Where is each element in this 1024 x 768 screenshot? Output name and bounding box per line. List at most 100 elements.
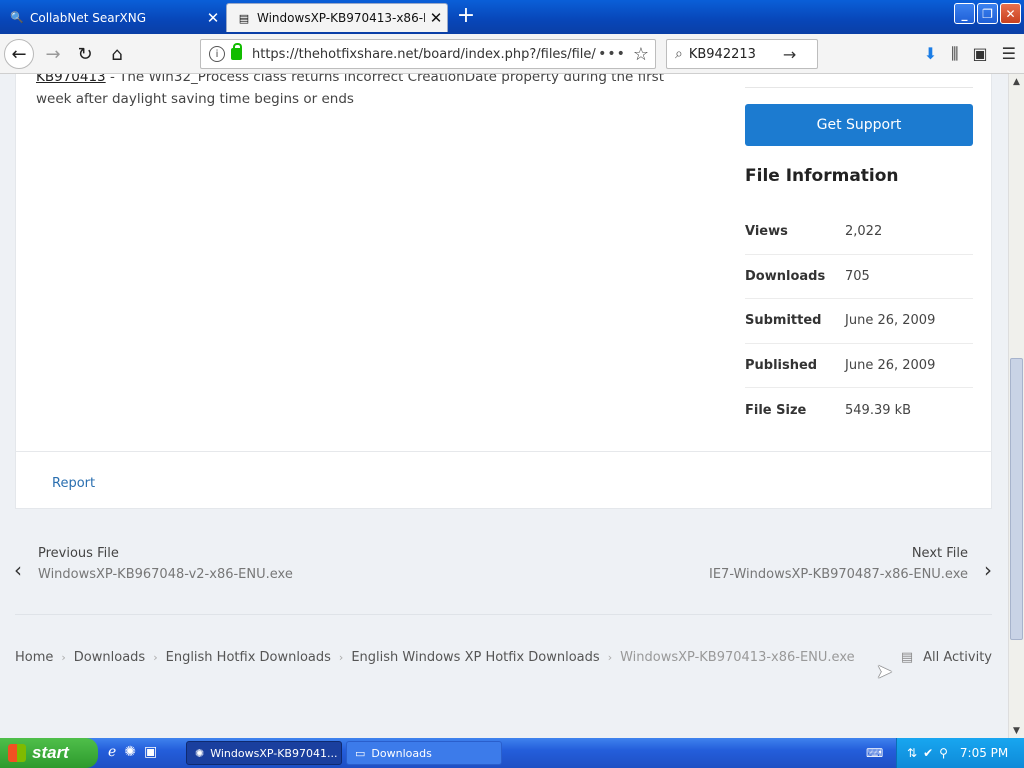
network-icon[interactable]: ⇅ xyxy=(907,746,917,760)
breadcrumb: Home › Downloads › English Hotfix Downlo… xyxy=(15,650,855,665)
back-button[interactable]: ← xyxy=(4,39,34,69)
file-description: KB970413 - The Win32_Process class retur… xyxy=(36,74,676,110)
ie-icon[interactable]: ℯ xyxy=(108,744,116,760)
get-support-button[interactable]: Get Support xyxy=(745,104,973,146)
file-navigation: ‹ Previous File WindowsXP-KB967048-v2-x8… xyxy=(0,544,1008,594)
breadcrumb-english-hotfix[interactable]: English Hotfix Downloads xyxy=(166,650,331,665)
nav-toolbar: ← → ↻ ⌂ i https://thehotfixshare.net/boa… xyxy=(0,34,1024,74)
shield-icon[interactable]: ✔ xyxy=(923,746,933,760)
window-icon[interactable]: ▣ xyxy=(144,744,157,760)
bookmark-star-icon[interactable]: ☆ xyxy=(627,44,655,65)
previous-file-name[interactable]: WindowsXP-KB967048-v2-x86-ENU.exe xyxy=(38,567,293,582)
scroll-thumb[interactable] xyxy=(1010,358,1023,640)
activity-icon: ▤ xyxy=(900,650,914,665)
mouse-cursor-icon: ➤ xyxy=(876,659,893,683)
info-key: Submitted xyxy=(745,313,822,329)
info-icon[interactable]: i xyxy=(209,46,225,62)
info-value: 2,022 xyxy=(845,224,883,240)
search-tray-icon[interactable]: ⚲ xyxy=(939,746,948,760)
forward-button[interactable]: → xyxy=(38,39,68,69)
all-activity-label: All Activity xyxy=(923,650,992,665)
breadcrumb-current: WindowsXP-KB970413-x86-ENU.exe xyxy=(620,650,855,665)
search-box[interactable]: ⌕ → xyxy=(666,39,818,69)
breadcrumb-downloads[interactable]: Downloads xyxy=(74,650,145,665)
info-value: June 26, 2009 xyxy=(845,357,936,373)
close-icon[interactable]: ✕ xyxy=(202,9,224,27)
vertical-scrollbar[interactable]: ▲ ▼ xyxy=(1008,74,1024,738)
home-button[interactable]: ⌂ xyxy=(102,39,132,69)
taskbar-item-downloads[interactable]: ▭ Downloads xyxy=(346,741,502,765)
download-icon[interactable]: ⬇ xyxy=(924,44,937,64)
firefox-icon: ✺ xyxy=(195,746,205,760)
taskbar-item-firefox[interactable]: ✺ WindowsXP-KB97041... xyxy=(186,741,342,765)
file-card: KB970413 - The Win32_Process class retur… xyxy=(15,74,992,508)
library-icon[interactable]: ⫼ xyxy=(951,44,958,64)
close-icon[interactable]: ✕ xyxy=(425,9,447,27)
tab-label: CollabNet SearXNG xyxy=(30,10,147,25)
info-key: File Size xyxy=(745,402,807,418)
info-row-downloads: Downloads 705 xyxy=(745,255,973,299)
info-row-published: Published June 26, 2009 xyxy=(745,344,973,388)
info-value: 549.39 kB xyxy=(845,402,912,418)
info-row-file-size: File Size 549.39 kB xyxy=(745,388,973,433)
clock[interactable]: 7:05 PM xyxy=(960,746,1008,760)
windows-flag-icon xyxy=(8,744,26,762)
info-row-submitted: Submitted June 26, 2009 xyxy=(745,299,973,344)
all-activity-link[interactable]: ▤ All Activity xyxy=(901,650,992,665)
chevron-right-icon: › xyxy=(338,651,344,664)
address-bar[interactable]: i https://thehotfixshare.net/board/index… xyxy=(200,39,656,69)
title-bar: 🔍 CollabNet SearXNG ✕ ▤ WindowsXP-KB9704… xyxy=(0,0,1024,34)
folder-icon: ▭ xyxy=(355,746,366,760)
chevron-right-icon[interactable]: › xyxy=(984,558,992,582)
menu-icon[interactable]: ☰ xyxy=(1002,44,1016,64)
start-button[interactable]: start xyxy=(0,738,98,768)
maximize-button[interactable]: ❐ xyxy=(977,3,998,24)
quick-launch: ℯ ✺ ▣ xyxy=(108,744,157,760)
info-key: Published xyxy=(745,357,818,373)
url-text[interactable]: https://thehotfixshare.net/board/index.p… xyxy=(252,47,597,62)
sidebar-toggle-icon[interactable]: ▣ xyxy=(973,44,988,64)
next-file-link[interactable]: Next File IE7-WindowsXP-KB970487-x86-ENU… xyxy=(709,546,968,582)
next-file-name[interactable]: IE7-WindowsXP-KB970487-x86-ENU.exe xyxy=(709,567,968,582)
reload-button[interactable]: ↻ xyxy=(70,39,100,69)
taskbar: start ℯ ✺ ▣ ✺ WindowsXP-KB97041... ▭ Dow… xyxy=(0,738,1024,768)
breadcrumb-xp-hotfix[interactable]: English Windows XP Hotfix Downloads xyxy=(351,650,599,665)
kb-link[interactable]: KB970413 xyxy=(36,74,106,85)
chevron-right-icon: › xyxy=(607,651,613,664)
info-value: 705 xyxy=(845,268,870,284)
info-key: Views xyxy=(745,224,788,240)
previous-file-label: Previous File xyxy=(38,546,119,561)
divider xyxy=(15,614,992,615)
scroll-down-icon[interactable]: ▼ xyxy=(1009,723,1024,738)
search-go-icon[interactable]: → xyxy=(783,45,796,64)
page-content: KB970413 - The Win32_Process class retur… xyxy=(0,74,1008,738)
minimize-button[interactable]: _ xyxy=(954,3,975,24)
scroll-up-icon[interactable]: ▲ xyxy=(1009,74,1024,89)
chevron-left-icon[interactable]: ‹ xyxy=(14,558,22,582)
file-info-table: Views 2,022 Downloads 705 Submitted June 26… xyxy=(745,210,973,433)
divider xyxy=(745,87,973,88)
chevron-right-icon: › xyxy=(153,651,158,664)
file-information-heading: File Information xyxy=(745,166,899,186)
search-input[interactable] xyxy=(688,46,779,62)
previous-file-link[interactable]: Previous File WindowsXP-KB967048-v2-x86-… xyxy=(38,546,293,582)
breadcrumb-home[interactable]: Home xyxy=(15,650,53,665)
new-tab-button[interactable]: + xyxy=(452,4,480,30)
tab-hotfix-file[interactable]: ▤ WindowsXP-KB970413-x86-ENU.e ✕ xyxy=(226,3,448,32)
search-logo-icon: 🔍 xyxy=(10,11,24,24)
tab-searxng[interactable]: 🔍 CollabNet SearXNG ✕ xyxy=(0,3,224,32)
description-text: - The Win32_Process class returns incorr… xyxy=(36,74,665,107)
page-actions-icon[interactable]: ••• xyxy=(597,46,627,62)
task-label: WindowsXP-KB97041... xyxy=(210,746,338,760)
system-tray: ⇅ ✔ ⚲ 7:05 PM xyxy=(896,738,1024,768)
card-footer: Report xyxy=(15,451,992,509)
keyboard-icon[interactable]: ⌨ xyxy=(866,746,883,760)
firefox-icon[interactable]: ✺ xyxy=(124,744,136,760)
tab-label: WindowsXP-KB970413-x86-ENU.e xyxy=(257,11,425,25)
page-icon: ▤ xyxy=(238,11,250,25)
report-link[interactable]: Report xyxy=(52,476,95,491)
task-label: Downloads xyxy=(371,746,432,760)
close-window-button[interactable]: ✕ xyxy=(1000,3,1021,24)
info-value: June 26, 2009 xyxy=(845,313,936,329)
info-row-views: Views 2,022 xyxy=(745,210,973,255)
